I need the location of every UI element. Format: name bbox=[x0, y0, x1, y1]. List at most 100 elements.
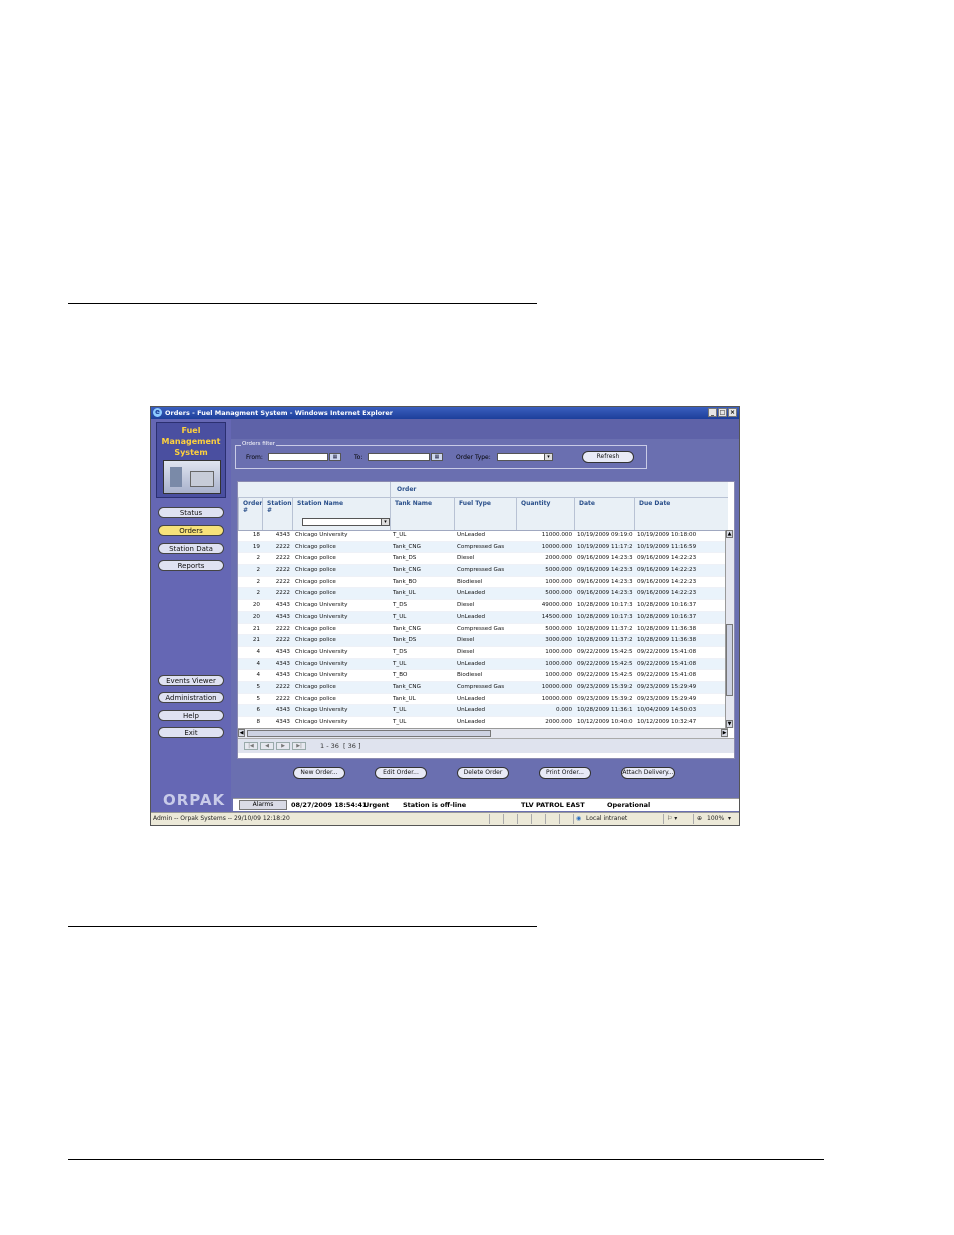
cell-due-date: 09/23/2009 15:29:49 bbox=[637, 683, 697, 690]
cell-station-number: 4343 bbox=[275, 648, 290, 655]
alarm-state: Operational bbox=[607, 801, 651, 809]
table-row[interactable]: 2 2222 Chicago police Tank_BO Biodiesel 1000.… bbox=[238, 577, 728, 589]
zoom-icon[interactable]: ⊕ bbox=[697, 813, 702, 825]
status-left-text: Admin -- Orpak Systems -- 29/10/09 12:18… bbox=[153, 815, 290, 822]
col-tank-name[interactable]: Tank Name bbox=[390, 497, 454, 530]
col-quantity[interactable]: Quantity bbox=[516, 497, 574, 530]
zoom-level[interactable]: 100% bbox=[707, 813, 724, 825]
cell-fuel-type: UnLeaded bbox=[457, 695, 486, 702]
cell-station-name: Chicago police bbox=[295, 555, 336, 562]
cell-date: 10/28/2009 10:17:3 bbox=[577, 602, 633, 609]
status-zoom-cell: ⊕ 100% ▾ bbox=[693, 814, 738, 824]
cell-quantity: 1000.000 bbox=[545, 660, 572, 667]
table-row[interactable]: 21 2222 Chicago police Tank_CNG Compressed G… bbox=[238, 624, 728, 636]
print-order-button[interactable]: Print Order... bbox=[539, 767, 591, 779]
from-date-input[interactable] bbox=[268, 453, 328, 461]
alarms-button[interactable]: Alarms bbox=[239, 800, 287, 810]
to-label: To: bbox=[354, 454, 363, 461]
horizontal-scrollbar[interactable]: ◀ ▶ bbox=[238, 728, 728, 738]
cell-order-number: 20 bbox=[252, 602, 260, 609]
table-row[interactable]: 18 4343 Chicago University T_UL UnLeaded 1100… bbox=[238, 530, 728, 542]
table-row[interactable]: 8 4343 Chicago University T_UL UnLeaded 2000.… bbox=[238, 717, 728, 729]
table-row[interactable]: 20 4343 Chicago University T_UL UnLeaded 1450… bbox=[238, 611, 728, 624]
cell-date: 09/22/2009 15:42:5 bbox=[577, 648, 633, 655]
new-order-button[interactable]: New Order... bbox=[293, 767, 345, 779]
table-row[interactable]: 5 2222 Chicago police Tank_CNG Compressed Ga… bbox=[238, 681, 728, 694]
cell-due-date: 10/19/2009 10:18:00 bbox=[637, 532, 697, 538]
table-row[interactable]: 20 4343 Chicago University T_DS Diesel 49000.… bbox=[238, 600, 728, 612]
cell-order-number: 2 bbox=[256, 590, 260, 597]
delete-order-button[interactable]: Delete Order bbox=[457, 767, 509, 779]
nav-help-button[interactable]: Help bbox=[158, 710, 224, 721]
table-row[interactable]: 6 4343 Chicago University T_UL UnLeaded 0.000… bbox=[238, 705, 728, 717]
first-page-icon[interactable]: |◀ bbox=[244, 742, 258, 750]
col-date[interactable]: Date bbox=[574, 497, 634, 530]
alarm-datetime: 08/27/2009 18:54:41 bbox=[291, 801, 367, 809]
cell-fuel-type: UnLeaded bbox=[457, 590, 486, 597]
nav-orders-button[interactable]: Orders bbox=[158, 525, 224, 536]
table-row[interactable]: 4 4343 Chicago University T_UL UnLeaded 1000.… bbox=[238, 658, 728, 671]
cell-due-date: 09/22/2009 15:41:08 bbox=[637, 648, 697, 655]
cell-tank-name: Tank_CNG bbox=[393, 683, 421, 690]
edit-order-button[interactable]: Edit Order... bbox=[375, 767, 427, 779]
nav-exit-button[interactable]: Exit bbox=[158, 727, 224, 738]
nav-status-button[interactable]: Status bbox=[158, 507, 224, 518]
maximize-button[interactable]: □ bbox=[718, 408, 727, 417]
scroll-down-icon[interactable]: ▼ bbox=[726, 720, 733, 728]
table-row[interactable]: 2 2222 Chicago police Tank_UL UnLeaded 5000.0… bbox=[238, 588, 728, 601]
cell-due-date: 10/28/2009 11:36:38 bbox=[637, 625, 697, 632]
fms-logo: Fuel Management System bbox=[156, 422, 226, 498]
protected-mode-icon[interactable]: ⚐ ▾ bbox=[667, 813, 677, 825]
next-page-icon[interactable]: ▶ bbox=[276, 742, 290, 750]
scroll-left-icon[interactable]: ◀ bbox=[238, 729, 245, 737]
prev-page-icon[interactable]: ◀ bbox=[260, 742, 274, 750]
cell-station-name: Chicago University bbox=[295, 660, 348, 667]
attach-delivery-button[interactable]: Attach Delivery... bbox=[621, 767, 675, 779]
chevron-down-icon[interactable]: ▾ bbox=[728, 813, 731, 825]
table-row[interactable]: 4 4343 Chicago University T_BO Biodiesel 1000… bbox=[238, 670, 728, 682]
table-row[interactable]: 21 2222 Chicago police Tank_DS Diesel 3000.00… bbox=[238, 635, 728, 647]
cell-station-name: Chicago police bbox=[295, 625, 336, 632]
vertical-scrollbar[interactable]: ▲ ▼ bbox=[725, 530, 734, 728]
nav-events-viewer-button[interactable]: Events Viewer bbox=[158, 675, 224, 686]
nav-administration-button[interactable]: Administration bbox=[158, 692, 224, 703]
minimize-button[interactable]: _ bbox=[708, 408, 717, 417]
vertical-scroll-thumb[interactable] bbox=[726, 624, 733, 696]
cell-order-number: 4 bbox=[256, 648, 260, 655]
cell-station-name: Chicago police bbox=[295, 578, 336, 585]
from-calendar-icon[interactable]: ▦ bbox=[329, 453, 341, 461]
order-type-select[interactable]: ▾ bbox=[497, 453, 553, 461]
to-date-input[interactable] bbox=[368, 453, 430, 461]
table-row[interactable]: 19 2222 Chicago police Tank_CNG Compressed G… bbox=[238, 541, 728, 554]
scroll-up-icon[interactable]: ▲ bbox=[726, 530, 733, 538]
col-due-date[interactable]: Due Date bbox=[634, 497, 728, 530]
cell-order-number: 4 bbox=[256, 672, 260, 679]
status-cell bbox=[489, 814, 502, 824]
table-row[interactable]: 2 2222 Chicago police Tank_CNG Compressed Ga… bbox=[238, 565, 728, 577]
cell-order-number: 4 bbox=[256, 660, 260, 667]
cell-station-name: Chicago University bbox=[295, 532, 348, 538]
nav-station-data-button[interactable]: Station Data bbox=[158, 543, 224, 554]
scroll-right-icon[interactable]: ▶ bbox=[721, 729, 728, 737]
cell-date: 09/16/2009 14:23:3 bbox=[577, 555, 633, 562]
close-button[interactable]: × bbox=[728, 408, 737, 417]
orders-content: Orders filter From: ▦ To: ▦ Order Type: … bbox=[233, 441, 735, 799]
nav-reports-button[interactable]: Reports bbox=[158, 560, 224, 571]
cell-due-date: 10/28/2009 10:16:37 bbox=[637, 602, 697, 609]
cell-tank-name: T_BO bbox=[393, 672, 408, 679]
cell-fuel-type: Diesel bbox=[457, 602, 475, 609]
cell-station-name: Chicago police bbox=[295, 543, 336, 550]
last-page-icon[interactable]: ▶| bbox=[292, 742, 306, 750]
cell-order-number: 5 bbox=[256, 683, 260, 690]
col-order-number[interactable]: Order # bbox=[238, 497, 262, 530]
table-row[interactable]: 2 2222 Chicago police Tank_DS Diesel 2000.000… bbox=[238, 553, 728, 566]
cell-station-name: Chicago police bbox=[295, 567, 336, 574]
col-station-number[interactable]: Station # bbox=[262, 497, 292, 530]
to-calendar-icon[interactable]: ▦ bbox=[431, 453, 443, 461]
table-row[interactable]: 4 4343 Chicago University T_DS Diesel 1000.00… bbox=[238, 647, 728, 659]
table-row[interactable]: 5 2222 Chicago police Tank_UL UnLeaded 10000.… bbox=[238, 694, 728, 706]
col-fuel-type[interactable]: Fuel Type bbox=[454, 497, 516, 530]
horizontal-scroll-thumb[interactable] bbox=[247, 730, 491, 737]
station-name-filter[interactable]: ▾ bbox=[302, 518, 390, 526]
refresh-button[interactable]: Refresh bbox=[582, 451, 634, 463]
